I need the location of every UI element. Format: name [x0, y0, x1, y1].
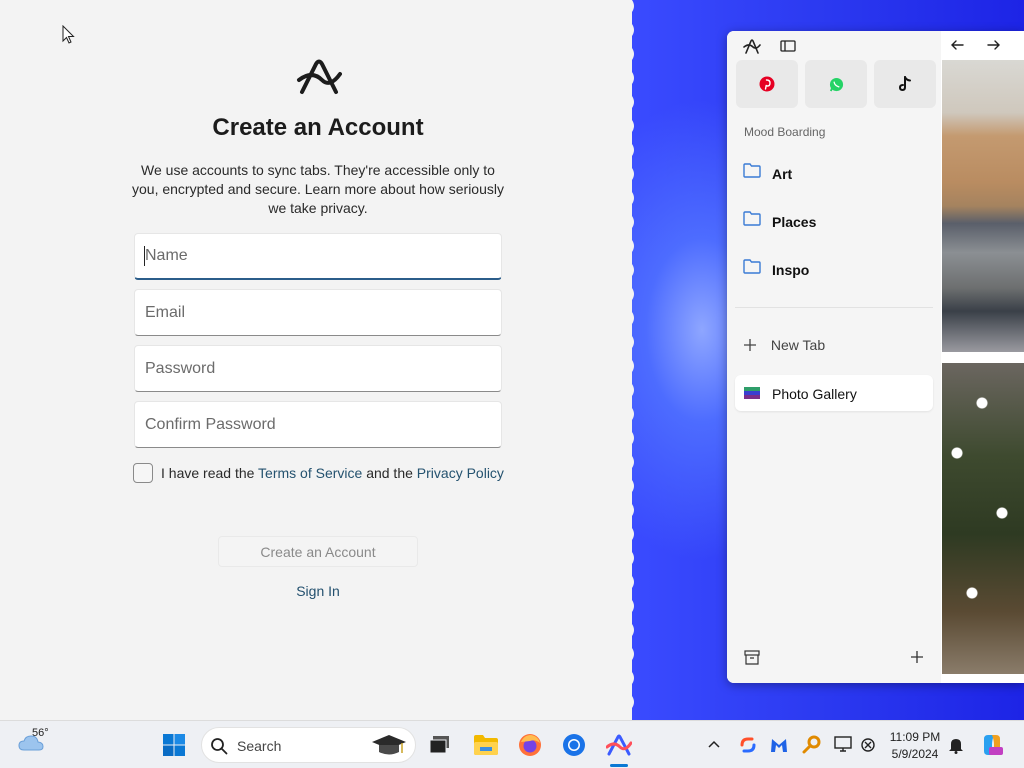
- taskbar-app-arc[interactable]: [603, 729, 635, 761]
- tray-malwarebytes-icon[interactable]: [769, 735, 789, 755]
- terms-checkbox[interactable]: [133, 463, 153, 483]
- search-label: Search: [237, 738, 282, 754]
- pinned-tab-whatsapp[interactable]: [805, 60, 867, 108]
- folder-label: Art: [772, 166, 793, 182]
- sidebar-toggle-icon[interactable]: [780, 40, 796, 52]
- pinned-tab-pinterest[interactable]: [736, 60, 798, 108]
- taskbar-clock[interactable]: 11:09 PM 5/9/2024: [880, 729, 950, 763]
- terms-text: I have read the Terms of Service and the…: [161, 465, 504, 481]
- new-tab-button[interactable]: New Tab: [743, 337, 825, 353]
- folder-icon: [743, 163, 761, 178]
- tab-photo-gallery[interactable]: Photo Gallery: [735, 375, 933, 411]
- back-arrow-icon[interactable]: [950, 39, 964, 51]
- search-icon: [211, 738, 228, 755]
- taskbar: 56° Search 11:09 PM 5/9/2024: [0, 720, 1024, 768]
- folder-icon: [743, 259, 761, 274]
- terms-mid: and the: [366, 465, 413, 481]
- tray-network-off-icon[interactable]: [860, 737, 876, 753]
- terms-of-service-link[interactable]: Terms of Service: [258, 465, 362, 481]
- add-space-icon[interactable]: [910, 650, 924, 664]
- tray-display-icon[interactable]: [834, 735, 852, 753]
- graduation-cap-icon: [372, 735, 406, 755]
- chrome-icon: [563, 734, 585, 756]
- folder-places[interactable]: Places: [743, 211, 923, 235]
- windows-logo-icon: [163, 734, 185, 756]
- chevron-up-icon[interactable]: [708, 740, 720, 748]
- photo-gallery-favicon-icon: [744, 387, 760, 399]
- archive-icon[interactable]: [744, 650, 760, 665]
- pinned-tab-tiktok[interactable]: [874, 60, 936, 108]
- folder-label: Inspo: [772, 262, 810, 278]
- taskbar-search[interactable]: Search: [201, 727, 416, 763]
- pinterest-icon: [759, 76, 775, 92]
- folder-inspo[interactable]: Inspo: [743, 259, 923, 283]
- whatsapp-icon: [829, 77, 843, 91]
- page-title: Create an Account: [212, 114, 424, 141]
- arc-sidebar-window: Mood Boarding Art Places Inspo New Tab P…: [727, 31, 1024, 683]
- name-field[interactable]: [134, 233, 502, 280]
- section-mood-boarding: Mood Boarding: [744, 125, 826, 139]
- notification-bell-icon[interactable]: [948, 736, 964, 754]
- arc-browser-icon: [606, 734, 632, 756]
- folder-label: Places: [772, 214, 817, 230]
- tiktok-icon: [898, 76, 911, 92]
- email-field[interactable]: [134, 289, 502, 336]
- terms-prefix: I have read the: [161, 465, 255, 481]
- create-account-button[interactable]: Create an Account: [218, 536, 418, 567]
- tray-key-icon[interactable]: [802, 735, 822, 755]
- active-app-indicator: [610, 764, 628, 767]
- sidebar: Mood Boarding Art Places Inspo New Tab P…: [727, 31, 1000, 683]
- mouse-cursor-icon: [62, 25, 75, 44]
- sign-in-link[interactable]: Sign In: [268, 583, 368, 599]
- start-button[interactable]: [158, 729, 190, 761]
- photo-lights-garden[interactable]: [942, 363, 1024, 674]
- taskbar-app-firefox[interactable]: [514, 729, 546, 761]
- arc-menu-icon[interactable]: [743, 38, 761, 54]
- forward-arrow-icon[interactable]: [987, 39, 1001, 51]
- privacy-policy-link[interactable]: Privacy Policy: [417, 465, 504, 481]
- clock-date: 5/9/2024: [891, 747, 939, 761]
- password-field[interactable]: [134, 345, 502, 392]
- folder-icon: [743, 211, 761, 226]
- window-edge-wave: [628, 0, 634, 720]
- text-caret: [144, 246, 145, 266]
- plus-icon: [744, 339, 756, 351]
- photo-aerial-beach[interactable]: [942, 60, 1024, 352]
- sidebar-divider: [735, 307, 933, 308]
- weather-temp: 56°: [32, 727, 49, 739]
- taskbar-app-desktop[interactable]: [424, 729, 456, 761]
- new-tab-label: New Tab: [770, 337, 826, 353]
- folder-art[interactable]: Art: [743, 163, 923, 187]
- arc-logo-icon: [297, 59, 342, 94]
- privacy-description: We use accounts to sync tabs. They're ac…: [132, 162, 504, 216]
- clock-time: 11:09 PM: [889, 730, 941, 744]
- taskbar-app-chrome[interactable]: [558, 729, 590, 761]
- taskbar-app-files[interactable]: [470, 729, 502, 761]
- confirm-password-field[interactable]: [134, 401, 502, 448]
- weather-widget[interactable]: 56°: [18, 727, 49, 758]
- firefox-icon: [519, 734, 541, 756]
- task-view-icon: [429, 736, 449, 754]
- tray-sync-icon[interactable]: [738, 735, 758, 755]
- file-explorer-icon: [474, 735, 498, 755]
- copilot-icon[interactable]: [980, 733, 1004, 757]
- tab-label: Photo Gallery: [772, 386, 857, 402]
